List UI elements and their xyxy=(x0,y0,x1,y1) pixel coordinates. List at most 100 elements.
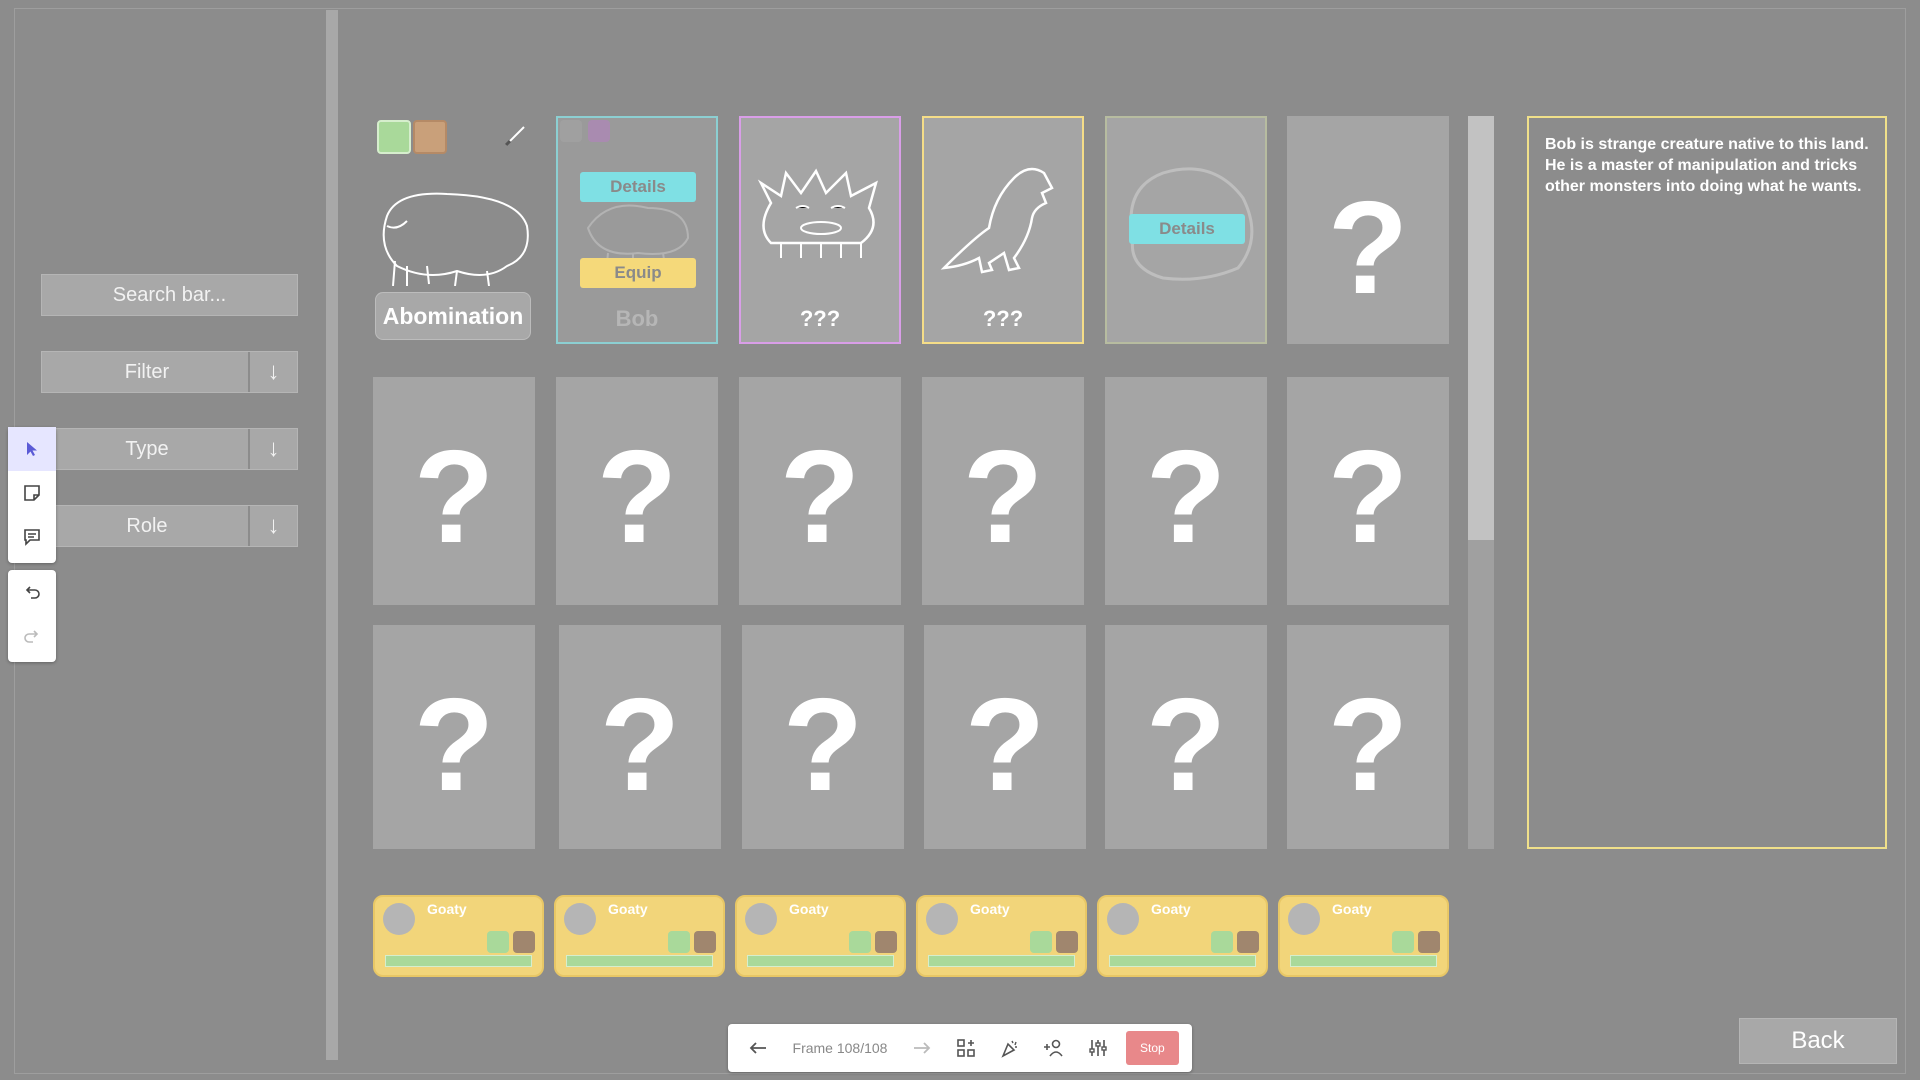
select-tool[interactable] xyxy=(8,427,56,471)
description-panel: Bob is strange creature native to this l… xyxy=(1527,116,1887,849)
health-bar xyxy=(385,955,532,967)
team-slot[interactable]: Goaty xyxy=(916,895,1087,977)
earth-type-icon xyxy=(1418,931,1440,953)
plant-type-icon xyxy=(1392,931,1414,953)
card-faded[interactable]: Details xyxy=(1105,116,1267,344)
health-bar xyxy=(928,955,1075,967)
description-text: Bob is strange creature native to this l… xyxy=(1545,136,1869,195)
plant-type-icon xyxy=(849,931,871,953)
role-dropdown[interactable]: Role ↓ xyxy=(41,505,298,547)
card-locked[interactable]: ? xyxy=(373,625,535,849)
plant-type-icon xyxy=(487,931,509,953)
card-abomination[interactable]: Abomination xyxy=(373,116,535,344)
type-arrow-icon[interactable]: ↓ xyxy=(248,429,297,469)
frame-counter: Frame 108/108 xyxy=(792,1040,888,1056)
undo-button[interactable] xyxy=(8,570,56,614)
magic-type-icon xyxy=(588,120,610,142)
previous-frame-button[interactable] xyxy=(736,1028,780,1068)
card-locked[interactable]: ? xyxy=(559,625,721,849)
question-mark-icon: ? xyxy=(413,671,495,818)
goat-avatar-icon xyxy=(383,903,415,935)
card-locked[interactable]: ? xyxy=(556,377,718,605)
earth-type-icon xyxy=(694,931,716,953)
comment-icon xyxy=(24,529,40,546)
search-bar[interactable]: Search bar... xyxy=(41,274,298,316)
team-member-name: Goaty xyxy=(1151,901,1191,917)
filter-arrow-icon[interactable]: ↓ xyxy=(248,352,297,392)
moon-type-icon xyxy=(560,120,582,142)
next-frame-button[interactable] xyxy=(900,1028,944,1068)
team-slot[interactable]: Goaty xyxy=(554,895,725,977)
plant-type-icon xyxy=(1030,931,1052,953)
card-locked[interactable]: ? xyxy=(1105,377,1267,605)
health-bar xyxy=(747,955,894,967)
team-slot[interactable]: Goaty xyxy=(1097,895,1268,977)
back-button[interactable]: Back xyxy=(1739,1018,1897,1064)
tool-palette xyxy=(8,427,56,563)
sticky-note-tool[interactable] xyxy=(8,471,56,515)
unknown-name-2: ??? xyxy=(982,306,1024,331)
spiky-monster-sprite-icon xyxy=(757,168,878,258)
grid-plus-icon xyxy=(957,1039,975,1057)
plant-type-icon xyxy=(1211,931,1233,953)
arrow-left-icon xyxy=(749,1042,766,1054)
card-locked[interactable]: ? xyxy=(373,377,535,605)
card-grid-scrollbar[interactable] xyxy=(1468,116,1494,849)
undo-icon xyxy=(25,586,40,599)
stop-button[interactable]: Stop xyxy=(1126,1031,1179,1065)
question-mark-icon: ? xyxy=(962,423,1044,570)
card-locked[interactable]: ? xyxy=(742,625,904,849)
card-locked[interactable]: ? xyxy=(1105,625,1267,849)
health-bar xyxy=(566,955,713,967)
team-member-name: Goaty xyxy=(608,901,648,917)
components-button[interactable] xyxy=(944,1028,988,1068)
card-unknown-yellow[interactable]: ??? xyxy=(922,116,1084,344)
card-unknown-purple[interactable]: ??? xyxy=(739,116,901,344)
sticky-note-icon xyxy=(24,485,40,501)
type-dropdown[interactable]: Type ↓ xyxy=(41,428,298,470)
goat-avatar-icon xyxy=(926,903,958,935)
card-bob[interactable]: Details Equip Bob xyxy=(556,116,718,344)
card-locked[interactable]: ? xyxy=(1287,116,1449,344)
card-locked[interactable]: ? xyxy=(922,377,1084,605)
abomination-sprite-icon xyxy=(382,192,529,286)
card-locked[interactable]: ? xyxy=(739,377,901,605)
card-locked[interactable]: ? xyxy=(924,625,1086,849)
add-person-icon xyxy=(1044,1039,1063,1057)
card-locked[interactable]: ? xyxy=(1287,377,1449,605)
goat-avatar-icon xyxy=(1107,903,1139,935)
settings-button[interactable] xyxy=(1076,1028,1120,1068)
earth-type-icon xyxy=(1056,931,1078,953)
bob-equip-button[interactable]: Equip xyxy=(580,258,696,288)
faded-details-button[interactable]: Details xyxy=(1129,214,1245,244)
type-label: Type xyxy=(125,437,169,460)
comment-tool[interactable] xyxy=(8,515,56,559)
health-bar xyxy=(1109,955,1256,967)
role-arrow-icon[interactable]: ↓ xyxy=(248,506,297,546)
filter-dropdown[interactable]: Filter ↓ xyxy=(41,351,298,393)
redo-button[interactable] xyxy=(8,614,56,658)
cursor-icon xyxy=(27,442,37,456)
invite-button[interactable] xyxy=(1032,1028,1076,1068)
role-label: Role xyxy=(126,514,168,537)
team-slot[interactable]: Goaty xyxy=(735,895,906,977)
question-mark-icon: ? xyxy=(1145,671,1227,818)
question-mark-icon: ? xyxy=(596,423,678,570)
celebrate-button[interactable] xyxy=(988,1028,1032,1068)
sliders-icon xyxy=(1089,1040,1107,1056)
scrollbar-thumb[interactable] xyxy=(1468,116,1494,540)
health-bar xyxy=(1290,955,1437,967)
team-slot[interactable]: Goaty xyxy=(373,895,544,977)
bob-details-button[interactable]: Details xyxy=(580,172,696,202)
question-mark-icon: ? xyxy=(413,423,495,570)
question-mark-icon: ? xyxy=(1145,423,1227,570)
card-locked[interactable]: ? xyxy=(1287,625,1449,849)
earth-type-icon xyxy=(1237,931,1259,953)
goat-avatar-icon xyxy=(745,903,777,935)
earth-type-icon xyxy=(513,931,535,953)
search-placeholder: Search bar... xyxy=(112,283,227,306)
party-popper-icon xyxy=(1001,1040,1017,1058)
history-palette xyxy=(8,570,56,662)
question-mark-icon: ? xyxy=(599,671,681,818)
team-slot[interactable]: Goaty xyxy=(1278,895,1449,977)
